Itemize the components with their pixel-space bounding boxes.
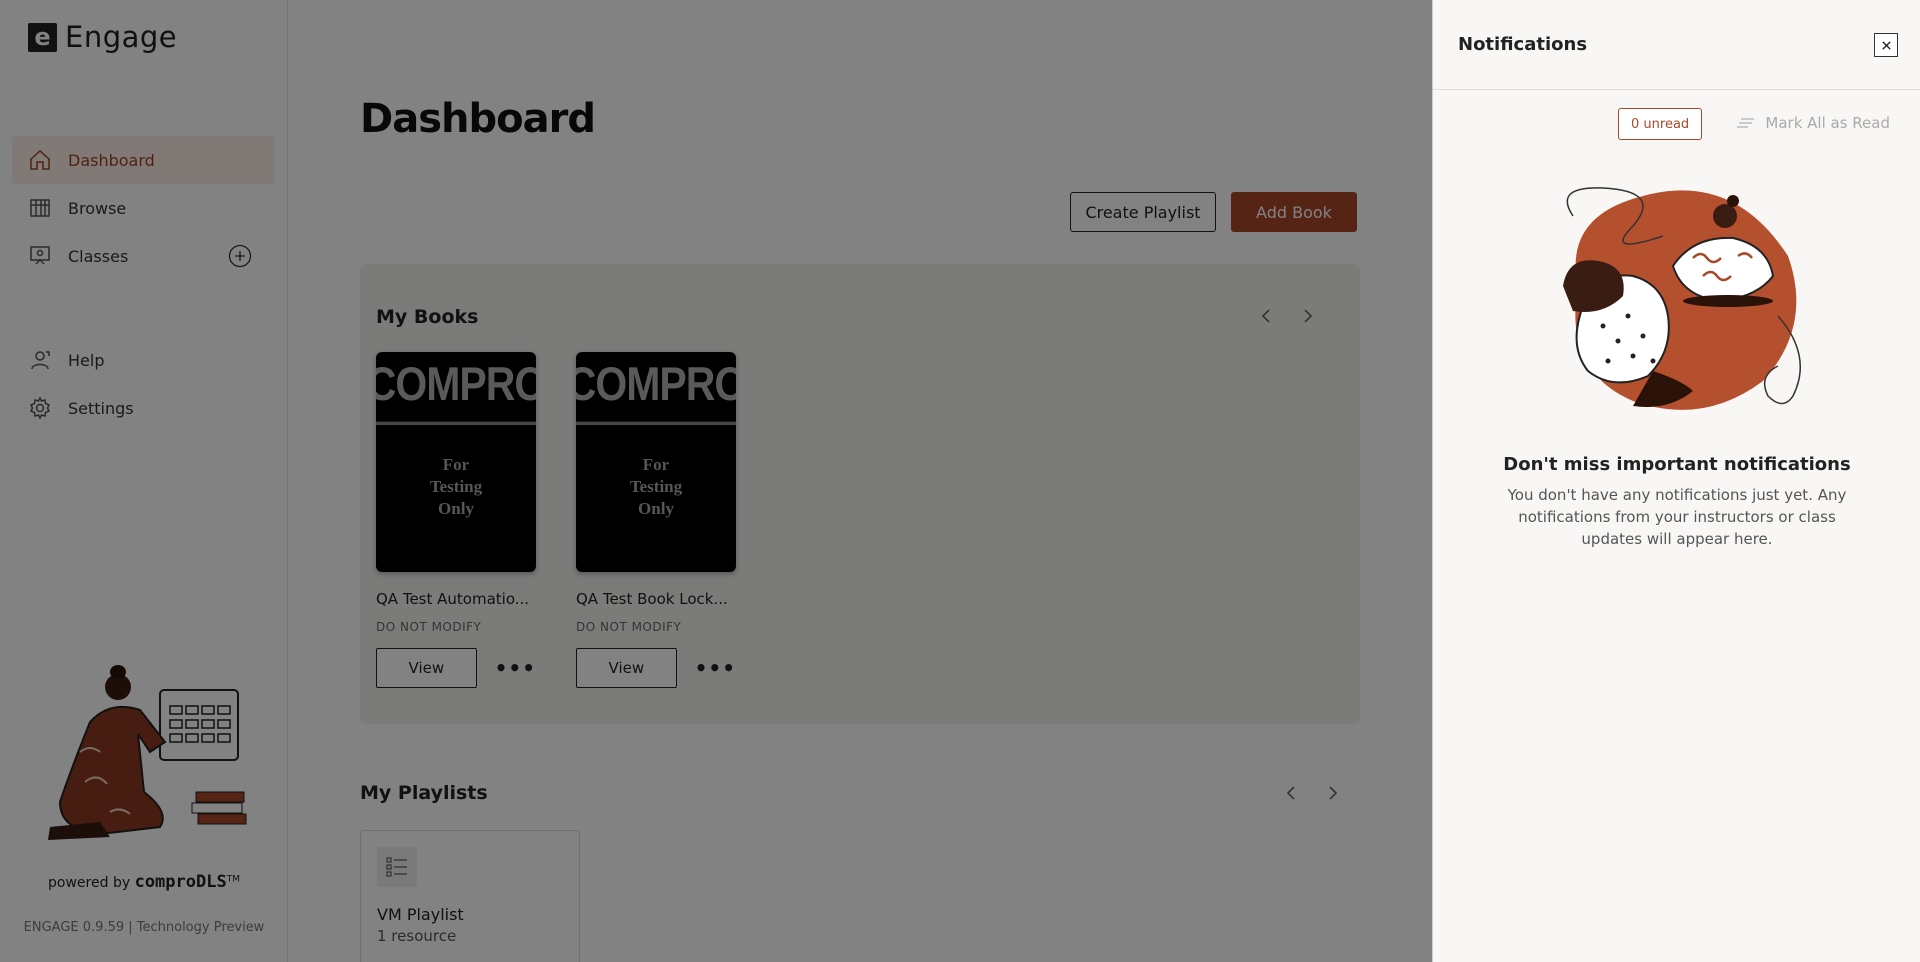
mark-all-read-button[interactable]: Mark All as Read [1737,114,1890,132]
empty-state-title: Don't miss important notifications [1503,454,1851,475]
notifications-header: Notifications [1433,0,1920,90]
close-button[interactable] [1874,33,1898,57]
notifications-illustration [1563,187,1801,410]
unread-badge: 0 unread [1618,108,1703,140]
empty-state-text: You don't have any notifications just ye… [1507,486,1847,548]
mark-read-icon [1737,118,1755,128]
close-icon [1881,40,1891,50]
modal-backdrop[interactable] [0,0,1432,962]
notifications-title: Notifications [1458,34,1588,55]
notifications-panel: Notifications 0 unread Mark All as Read … [1432,0,1920,962]
mark-all-read-label: Mark All as Read [1765,114,1890,132]
